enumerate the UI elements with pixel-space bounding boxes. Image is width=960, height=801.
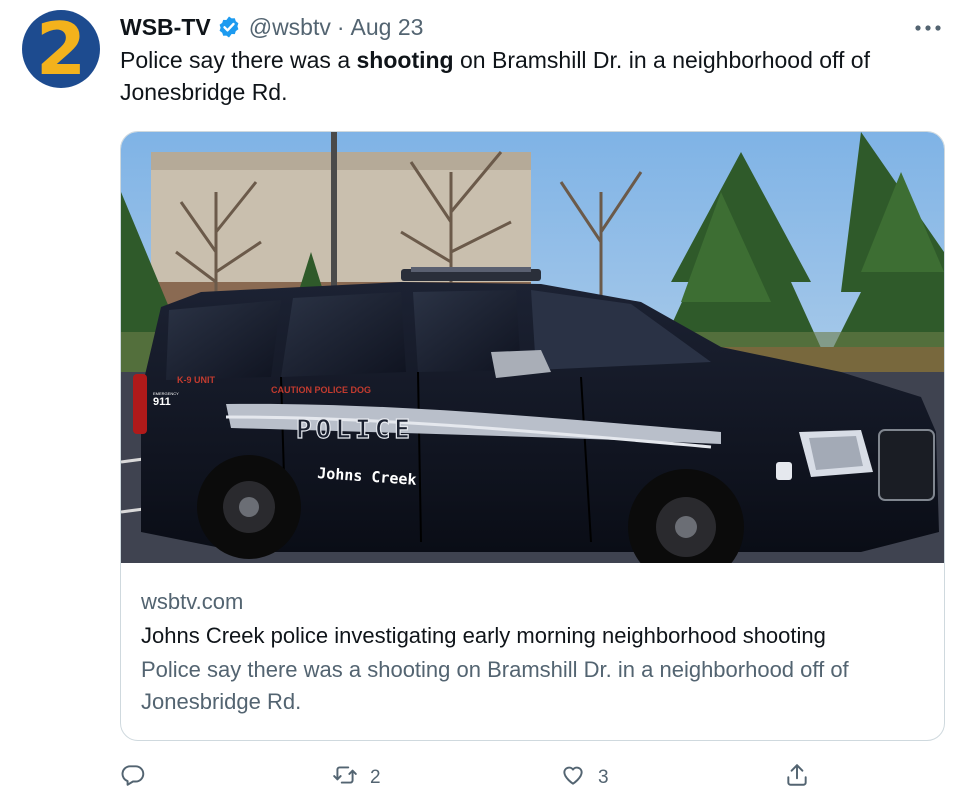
share-button[interactable] bbox=[784, 760, 810, 796]
account-handle[interactable]: @wsbtv bbox=[249, 14, 331, 41]
card-text[interactable]: wsbtv.com Johns Creek police investigati… bbox=[141, 582, 931, 718]
share-icon bbox=[784, 762, 810, 794]
avatar[interactable]: 2 bbox=[22, 10, 100, 88]
avatar-logo-text: 2 bbox=[35, 10, 87, 88]
tweet-date[interactable]: Aug 23 bbox=[351, 14, 424, 41]
card-image-police-text: POLICE bbox=[296, 415, 414, 445]
account-name[interactable]: WSB-TV bbox=[120, 14, 211, 41]
verified-badge-icon bbox=[217, 15, 241, 39]
like-count: 3 bbox=[598, 767, 609, 788]
card-image-caution-text: CAUTION POLICE DOG bbox=[271, 385, 371, 395]
separator-dot: · bbox=[336, 13, 345, 40]
like-button[interactable]: 3 bbox=[560, 760, 609, 796]
like-icon bbox=[560, 762, 586, 794]
card-title: Johns Creek police investigating early m… bbox=[141, 623, 826, 648]
retweet-button[interactable]: 2 bbox=[332, 760, 381, 796]
card-image[interactable]: K-9 UNIT EMERGENCY 911 CAUTION POLICE DO… bbox=[121, 132, 944, 585]
retweet-icon bbox=[332, 762, 358, 794]
tweet-text-part: Police say there was a bbox=[120, 47, 357, 73]
tweet-header: WSB-TV @wsbtv · Aug 23 bbox=[120, 10, 423, 44]
retweet-count: 2 bbox=[370, 767, 381, 788]
link-card[interactable]: K-9 UNIT EMERGENCY 911 CAUTION POLICE DO… bbox=[120, 131, 945, 741]
card-domain: wsbtv.com bbox=[141, 589, 244, 614]
reply-button[interactable] bbox=[120, 760, 158, 796]
tweet-actions: 2 3 bbox=[120, 760, 940, 796]
card-image-emergency-text: 911 bbox=[153, 396, 171, 408]
tweet-text-bold: shooting bbox=[356, 47, 454, 73]
card-description: Police say there was a shooting on Brams… bbox=[141, 657, 849, 714]
tweet-text: Police say there was a shooting on Brams… bbox=[120, 44, 940, 108]
more-options-icon[interactable] bbox=[912, 16, 944, 40]
card-image-unit-text: K-9 UNIT bbox=[177, 375, 216, 385]
reply-icon bbox=[120, 762, 146, 794]
